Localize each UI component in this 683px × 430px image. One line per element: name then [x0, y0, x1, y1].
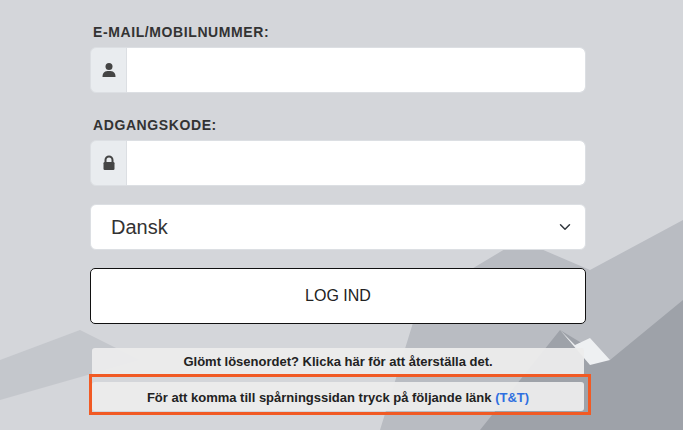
email-input[interactable] — [126, 47, 586, 93]
info-bar[interactable]: För att komma till spårningssidan tryck … — [92, 382, 584, 412]
info-text[interactable]: Glömt lösenordet? Klicka här för att åte… — [183, 354, 492, 369]
login-form: E-MAIL/MOBILNUMMER: ADGANGSKODE: Dansk LOG … — [90, 0, 586, 411]
info-bar[interactable]: Glömt lösenordet? Klicka här för att åte… — [92, 348, 584, 376]
info-bar-holder: Glömt lösenordet? Klicka här för att åte… — [90, 348, 586, 376]
email-field — [90, 47, 586, 93]
password-input[interactable] — [126, 140, 586, 186]
password-label: ADGANGSKODE: — [93, 117, 586, 133]
login-button[interactable]: LOG IND — [90, 268, 586, 324]
language-select[interactable]: Dansk — [90, 204, 586, 250]
email-label: E-MAIL/MOBILNUMMER: — [93, 24, 586, 40]
tt-link[interactable]: (T&T) — [495, 390, 529, 405]
info-bar-holder: För att komma till spårningssidan tryck … — [90, 382, 586, 412]
highlight-frame — [89, 374, 591, 416]
info-text[interactable]: För att komma till spårningssidan tryck … — [147, 390, 495, 405]
password-addon — [90, 140, 127, 186]
email-addon — [90, 47, 127, 93]
user-icon — [101, 62, 117, 78]
lock-icon — [101, 155, 117, 171]
password-field — [90, 140, 586, 186]
